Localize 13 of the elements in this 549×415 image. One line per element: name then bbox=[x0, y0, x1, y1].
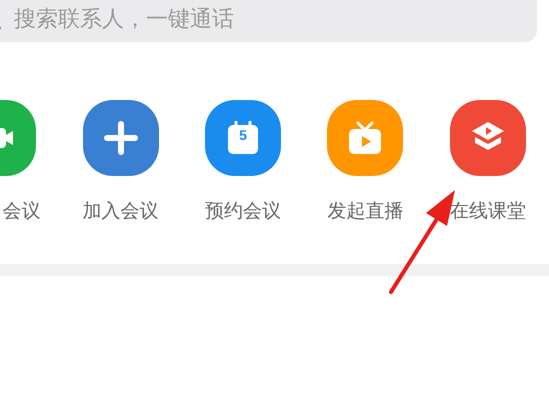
action-button[interactable] bbox=[82, 100, 159, 176]
search-placeholder: 搜索联系人，一键通话 bbox=[14, 6, 234, 34]
action-label: 会议 bbox=[2, 199, 40, 224]
action-button[interactable]: 5 bbox=[205, 100, 282, 176]
search-field[interactable]: 搜索联系人，一键通话 bbox=[0, 0, 537, 42]
action-button[interactable] bbox=[327, 100, 404, 176]
plus-icon bbox=[104, 121, 138, 155]
action-label: 预约会议 bbox=[205, 199, 282, 224]
tv-icon bbox=[347, 120, 384, 156]
action-label: 加入会议 bbox=[82, 199, 159, 224]
action-label: 在线课堂 bbox=[450, 199, 526, 224]
action-label: 发起直播 bbox=[327, 199, 404, 224]
action-button[interactable] bbox=[450, 100, 526, 176]
